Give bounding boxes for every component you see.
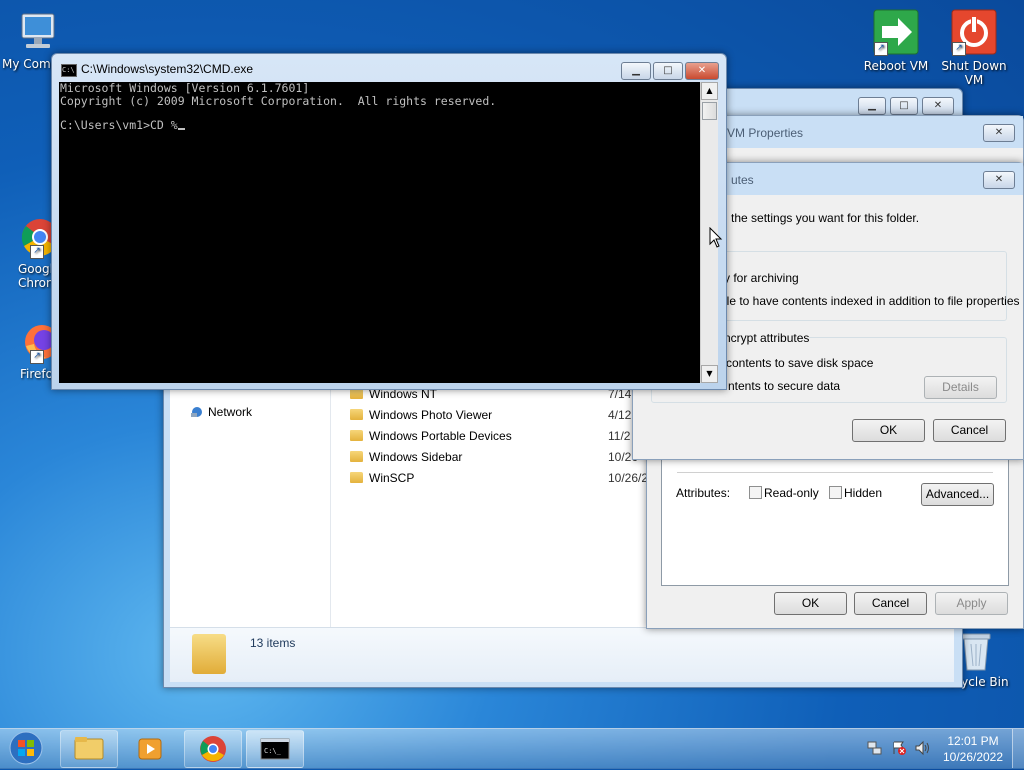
- close-button[interactable]: ✕: [922, 97, 954, 115]
- shortcut-arrow-icon: ↗: [952, 42, 966, 56]
- taskbar-explorer[interactable]: [60, 730, 118, 768]
- nav-item-label: Network: [208, 405, 253, 419]
- archive-label: y for archiving: [724, 271, 799, 285]
- scroll-up-button[interactable]: ▲: [701, 82, 718, 100]
- compress-label: contents to save disk space: [726, 356, 874, 370]
- cancel-button[interactable]: Cancel: [933, 419, 1006, 442]
- taskbar-cmd[interactable]: C:\_: [246, 730, 304, 768]
- advanced-button[interactable]: Advanced...: [921, 483, 994, 506]
- windows-logo-icon: [9, 731, 43, 765]
- power-icon: ↗: [950, 8, 998, 56]
- taskbar-media-player[interactable]: [122, 730, 180, 768]
- folder-icon: [350, 472, 363, 483]
- folder-icon: [350, 409, 363, 420]
- folder-icon: [350, 430, 363, 441]
- status-item-count: 13 items: [250, 636, 296, 650]
- minimize-button[interactable]: ▁: [858, 97, 886, 115]
- text-cursor: [177, 128, 185, 130]
- scroll-thumb[interactable]: [702, 102, 717, 120]
- desktop-icon-shutdown-vm[interactable]: ↗ Shut Down VM: [938, 8, 1010, 87]
- taskbar-chrome[interactable]: [184, 730, 242, 768]
- tray-volume-icon[interactable]: [914, 740, 932, 756]
- details-pane: 13 items: [170, 627, 954, 682]
- apply-button[interactable]: Apply: [935, 592, 1008, 615]
- prompt-text: C:\Users\vm1>CD %: [60, 118, 178, 132]
- console-line: Copyright (c) 2009 Microsoft Corporation…: [60, 94, 497, 108]
- file-name: WinSCP: [369, 471, 415, 485]
- file-list-row[interactable]: Windows Photo Viewer: [350, 408, 492, 422]
- ok-button[interactable]: OK: [774, 592, 847, 615]
- file-name: Windows Portable Devices: [369, 429, 512, 443]
- hidden-label: Hidden: [844, 486, 883, 500]
- tray-network-icon[interactable]: [867, 740, 883, 756]
- index-label: ile to have contents indexed in addition…: [724, 294, 1020, 308]
- desktop-icon-label: Shut Down: [941, 59, 1007, 73]
- shortcut-arrow-icon: ↗: [30, 350, 44, 364]
- tray-action-center-icon[interactable]: [891, 740, 907, 756]
- scroll-down-button[interactable]: ▼: [701, 365, 718, 383]
- close-button[interactable]: ✕: [983, 171, 1015, 189]
- chrome-icon: [200, 736, 226, 762]
- file-list-row[interactable]: Windows Portable Devices: [350, 429, 512, 443]
- intro-text: the settings you want for this folder.: [731, 211, 920, 225]
- folder-icon: [350, 451, 363, 462]
- minimize-button[interactable]: ▁: [621, 62, 651, 80]
- close-button[interactable]: ✕: [983, 124, 1015, 142]
- file-name: Windows Sidebar: [369, 450, 463, 464]
- desktop-icon-reboot-vm[interactable]: ↗ Reboot VM: [860, 8, 932, 73]
- clock-date: 10/26/2022: [942, 750, 1004, 764]
- file-list-row[interactable]: Windows Sidebar: [350, 450, 462, 464]
- shortcut-arrow-icon: ↗: [874, 42, 888, 56]
- readonly-label: Read-only: [764, 486, 819, 500]
- folder-icon: [192, 634, 226, 674]
- mouse-cursor-icon: [709, 226, 723, 252]
- file-list-row[interactable]: WinSCP: [350, 471, 414, 485]
- cancel-button[interactable]: Cancel: [854, 592, 927, 615]
- computer-icon: [16, 10, 60, 54]
- dialog-title: n VM Properties: [717, 126, 804, 140]
- reboot-icon: ↗: [872, 8, 920, 56]
- clock-time: 12:01 PM: [947, 734, 999, 748]
- ok-button[interactable]: OK: [852, 419, 925, 442]
- start-button[interactable]: [6, 730, 46, 766]
- close-button[interactable]: ✕: [685, 62, 719, 80]
- desktop-icon-label: VM: [964, 73, 984, 87]
- svg-text:C:\_: C:\_: [264, 747, 282, 755]
- maximize-button[interactable]: □: [653, 62, 683, 80]
- network-icon: [190, 406, 204, 418]
- clock[interactable]: 12:01 PM 10/26/2022: [940, 733, 1006, 765]
- file-date-modified: 10/26/2: [608, 471, 649, 485]
- tab-panel: [661, 456, 1009, 586]
- window-title: C:\Windows\system32\CMD.exe: [81, 62, 254, 76]
- shortcut-arrow-icon: ↗: [30, 245, 44, 259]
- dialog-title: utes: [731, 173, 754, 187]
- file-date-modified: 11/2: [608, 429, 631, 443]
- details-button[interactable]: Details: [924, 376, 997, 399]
- explorer-folder-icon: [74, 737, 104, 760]
- file-name: Windows Photo Viewer: [369, 408, 493, 422]
- cmd-app-icon: C:\: [61, 64, 77, 77]
- file-date-modified: 4/12: [608, 408, 632, 422]
- attributes-label: Attributes:: [676, 486, 731, 500]
- desktop-icon-label: Reboot VM: [863, 59, 929, 73]
- cmd-icon: C:\_: [260, 738, 290, 760]
- console-prompt: C:\Users\vm1>CD %: [60, 119, 185, 132]
- show-desktop-button[interactable]: [1012, 729, 1024, 768]
- media-player-icon: [138, 738, 162, 760]
- maximize-button[interactable]: □: [890, 97, 918, 115]
- hidden-checkbox[interactable]: [829, 486, 842, 499]
- compress-encrypt-group-label: ncrypt attributes: [724, 331, 810, 345]
- divider: [677, 472, 993, 473]
- nav-item-network[interactable]: Network: [190, 405, 252, 419]
- readonly-checkbox[interactable]: [749, 486, 762, 499]
- encrypt-label: ntents to secure data: [728, 379, 841, 393]
